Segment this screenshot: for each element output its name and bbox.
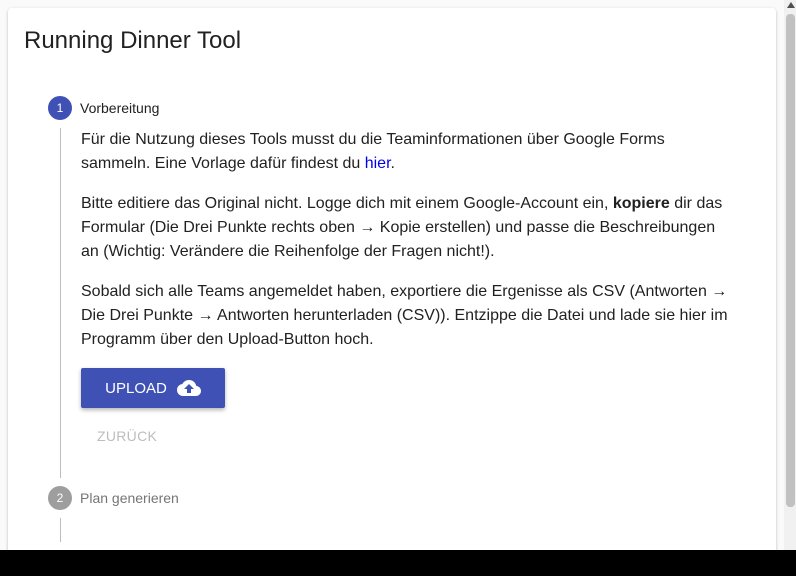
page-title: Running Dinner Tool (24, 27, 242, 54)
instruction-text-2a: Bitte editiere das Original nicht. Logge… (81, 195, 613, 212)
instruction-paragraph-2: Bitte editiere das Original nicht. Logge… (81, 192, 731, 264)
upload-button-label: UPLOAD (105, 379, 167, 397)
instruction-text-1-end: . (390, 155, 395, 172)
cloud-upload-icon (176, 380, 201, 396)
upload-button[interactable]: UPLOAD (81, 368, 225, 408)
step-2-indicator: 2 (48, 486, 72, 510)
instruction-paragraph-3: Sobald sich alle Teams angemeldet haben,… (81, 283, 728, 348)
step-1-label[interactable]: Vorbereitung (80, 100, 159, 116)
bottom-bar (0, 550, 796, 576)
step-1-connector (60, 128, 61, 478)
back-button[interactable]: ZURÜCK (81, 424, 171, 448)
main-card: Running Dinner Tool 1 Vorbereitung Für d… (8, 8, 776, 568)
step-2-connector (60, 518, 61, 542)
step-2-label[interactable]: Plan generieren (80, 490, 179, 506)
instruction-bold-copy: kopiere (612, 195, 670, 212)
instruction-paragraph-1: Für die Nutzung dieses Tools musst du di… (81, 128, 731, 176)
step-1-indicator: 1 (48, 96, 72, 120)
step-1-content: Für die Nutzung dieses Tools musst du di… (81, 128, 731, 368)
scroll-up-icon[interactable] (786, 2, 795, 8)
template-link[interactable]: hier (365, 155, 391, 172)
scrollbar-thumb[interactable] (786, 14, 795, 507)
